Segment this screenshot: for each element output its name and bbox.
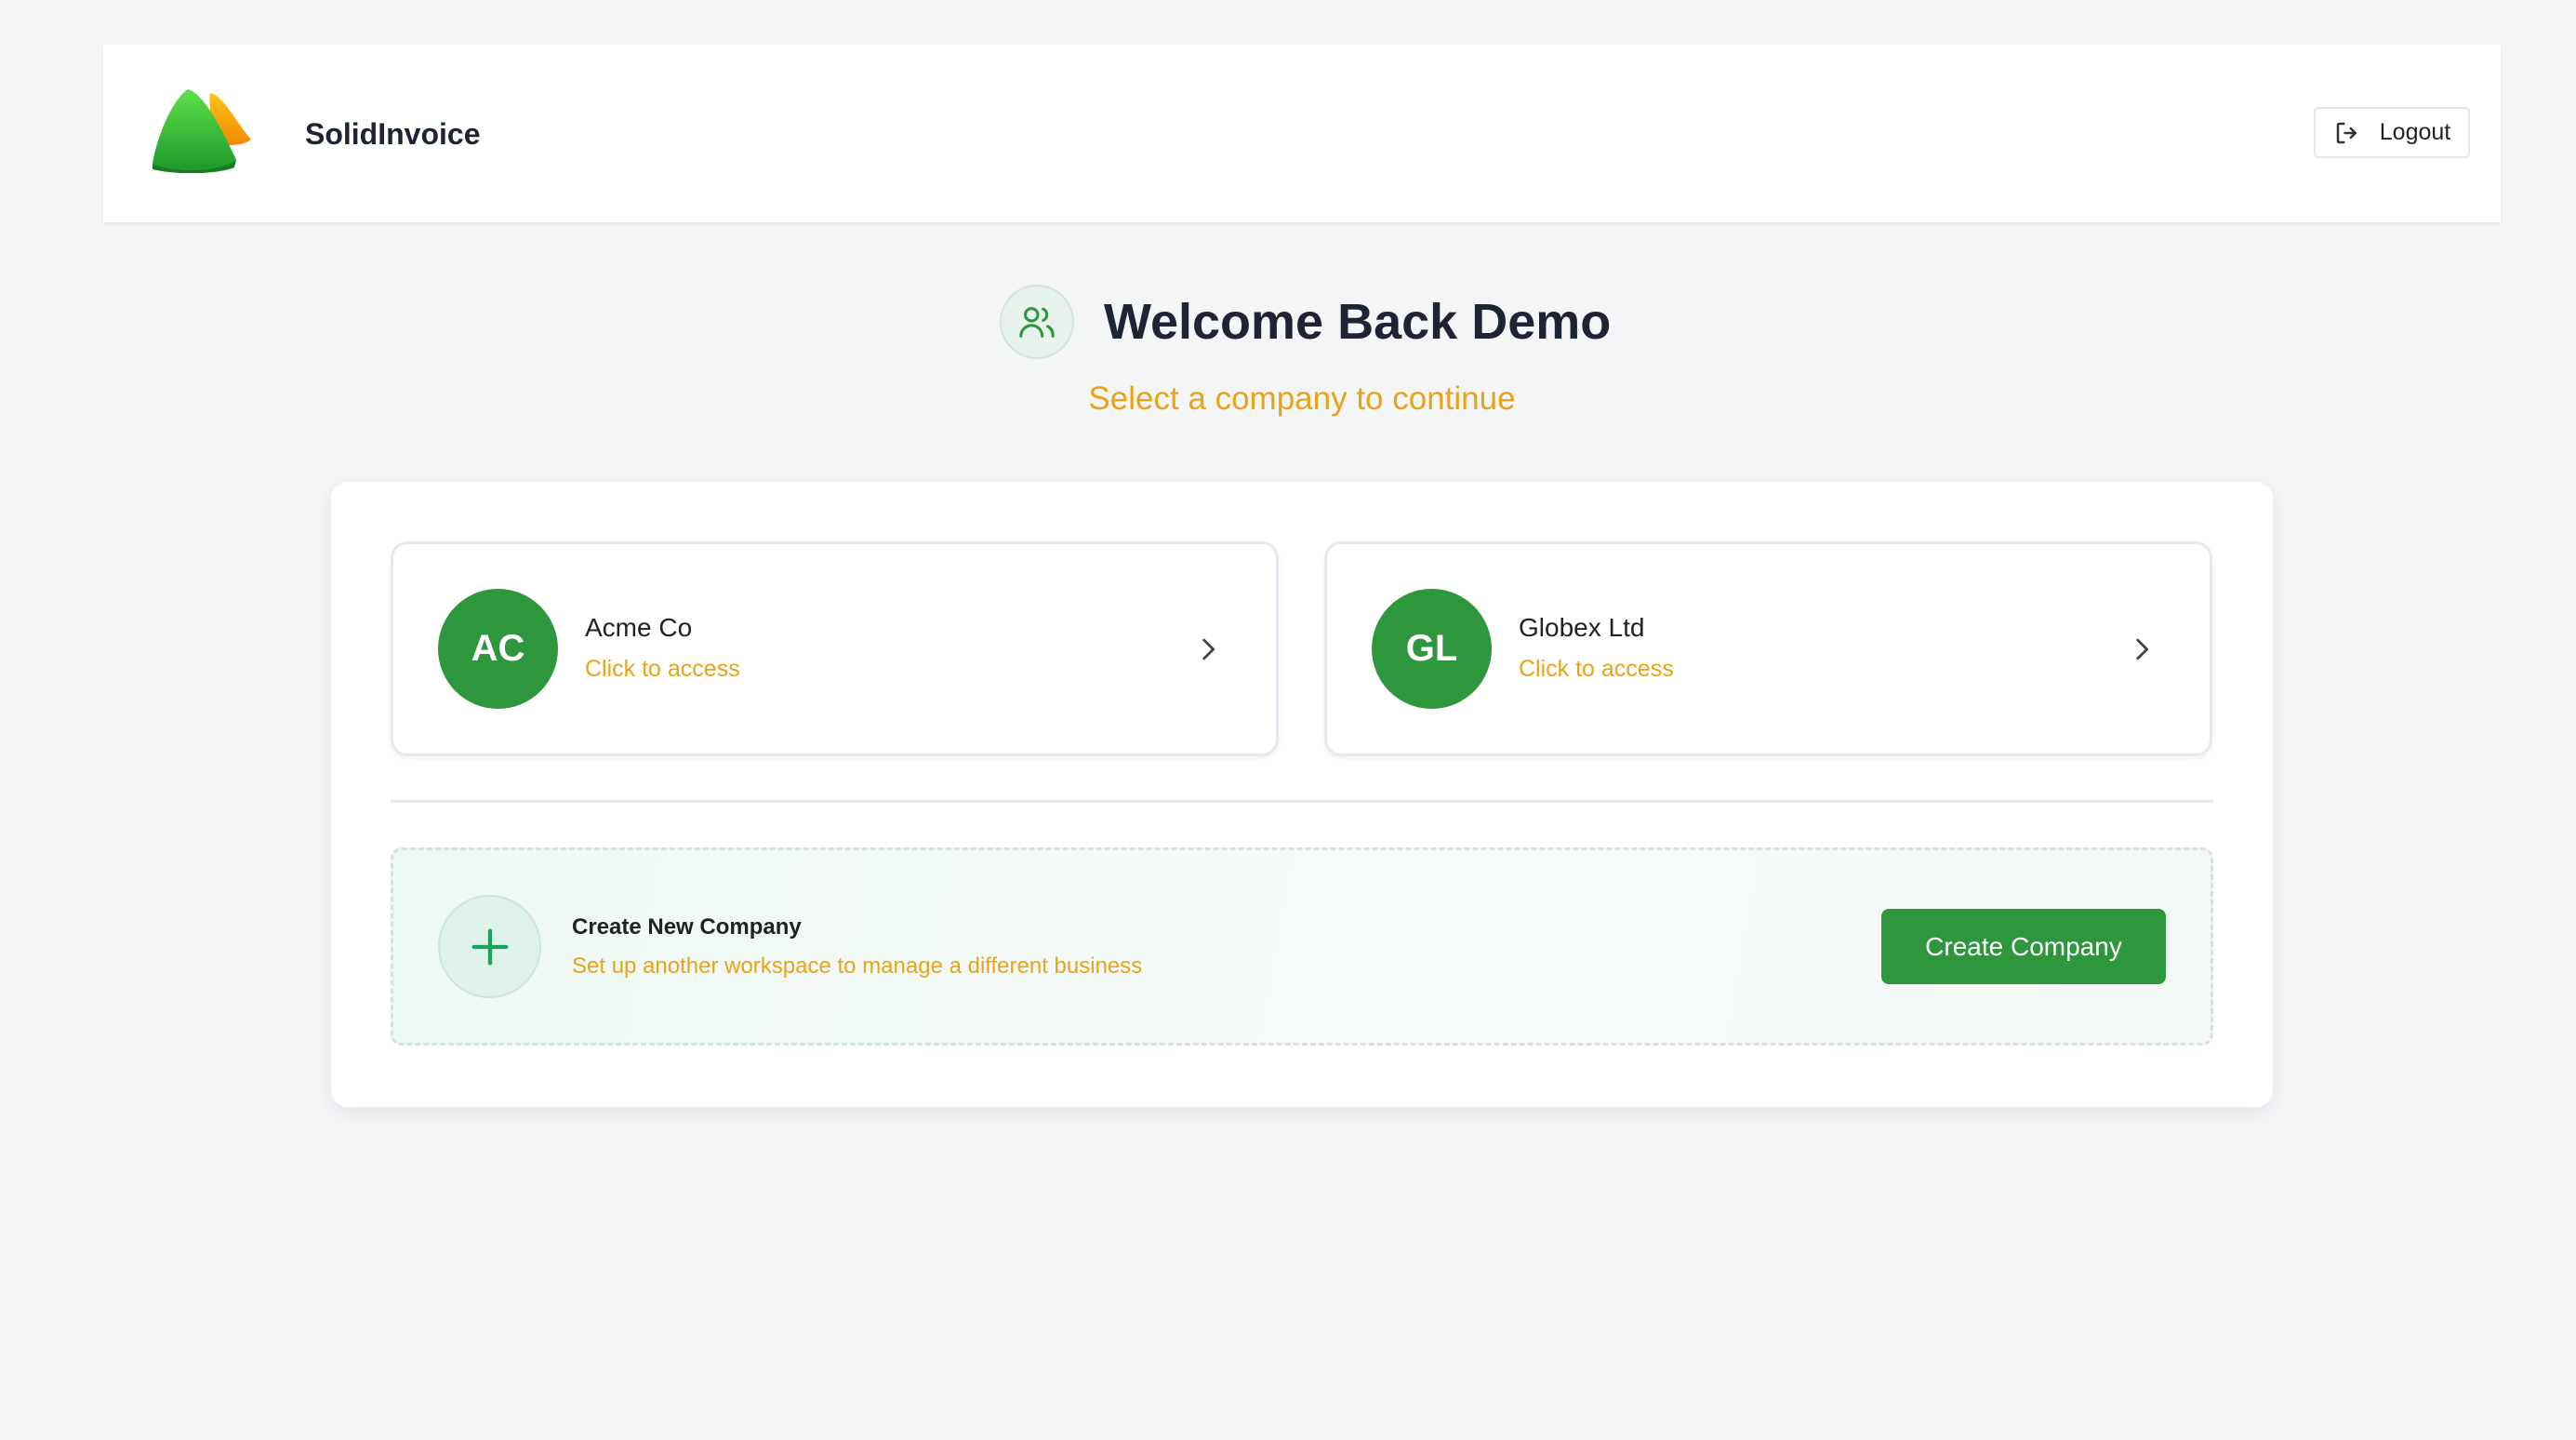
create-company-button[interactable]: Create Company	[1881, 909, 2166, 984]
solidinvoice-logo	[153, 89, 251, 173]
company-avatar: GL	[1372, 589, 1492, 709]
company-card-acme[interactable]: AC Acme Co Click to access	[391, 541, 1279, 756]
company-card-globex[interactable]: GL Globex Ltd Click to access	[1324, 541, 2212, 756]
company-access-hint: Click to access	[585, 656, 740, 682]
company-selection-panel: AC Acme Co Click to access GL Globex Ltd…	[331, 482, 2273, 1107]
create-company-description: Set up another workspace to manage a dif…	[572, 953, 1143, 979]
plus-icon[interactable]	[438, 895, 541, 998]
logout-button[interactable]: Logout	[2314, 107, 2470, 158]
company-access-hint: Click to access	[1519, 656, 1674, 682]
brand-name: SolidInvoice	[305, 117, 481, 151]
logout-label: Logout	[2379, 119, 2451, 145]
create-company-section: Create New Company Set up another worksp…	[391, 847, 2213, 1046]
app-header: SolidInvoice Logout	[103, 45, 2501, 222]
company-name: Globex Ltd	[1519, 613, 1645, 642]
logout-icon	[2336, 122, 2357, 143]
chevron-right-icon	[2136, 638, 2149, 660]
users-icon	[1000, 285, 1074, 359]
chevron-right-icon	[1202, 638, 1215, 660]
company-name: Acme Co	[585, 613, 693, 642]
page-subtitle: Select a company to continue	[1088, 380, 1516, 417]
company-avatar: AC	[438, 589, 558, 709]
page-title: Welcome Back Demo	[1104, 294, 1612, 350]
create-company-title: Create New Company	[572, 914, 802, 940]
section-divider	[391, 800, 2213, 803]
